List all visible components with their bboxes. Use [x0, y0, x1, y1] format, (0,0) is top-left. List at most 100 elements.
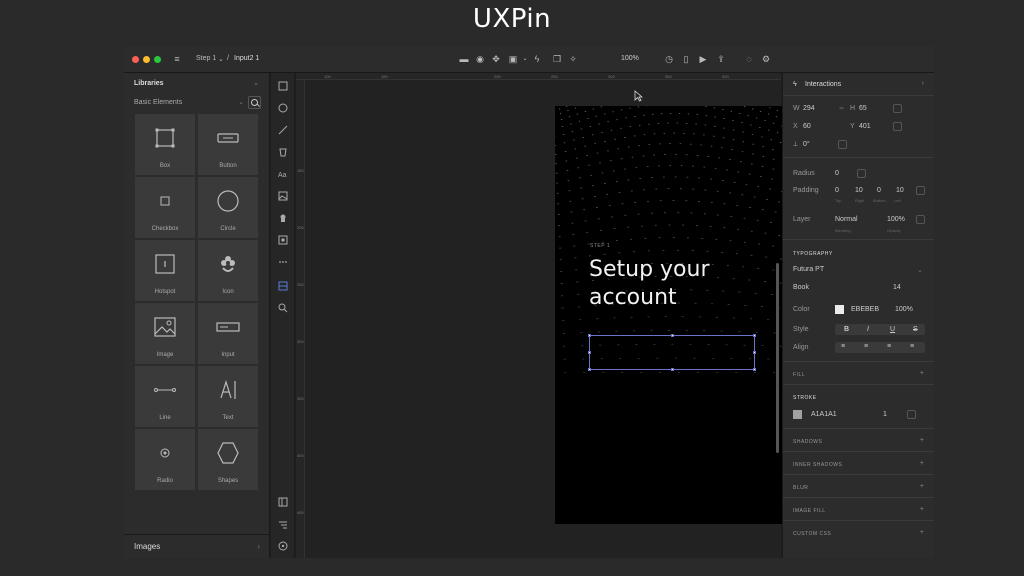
history-icon[interactable]: ◷ [664, 54, 674, 64]
padding-mode-icon[interactable] [916, 186, 925, 195]
library-tile-input[interactable]: Input [198, 303, 258, 364]
align-left-icon[interactable]: ≡ [841, 343, 845, 350]
width-field[interactable]: 294 [803, 105, 815, 112]
library-tile-checkbox[interactable]: Checkbox [135, 177, 195, 238]
add-shadow-icon[interactable]: + [920, 437, 924, 444]
align-justify-icon[interactable]: ≡ [910, 343, 914, 350]
stroke-color-hex[interactable]: A1A1A1 [811, 411, 837, 418]
underline-button[interactable]: U [890, 326, 895, 333]
image-fill-section-title[interactable]: IMAGE FILL [793, 508, 826, 514]
selected-input-element[interactable] [588, 334, 756, 371]
setup-heading[interactable]: Setup your account [589, 256, 759, 312]
font-size-field[interactable]: 14 [893, 284, 901, 291]
height-field[interactable]: 65 [859, 105, 867, 112]
panel-toggle-icon[interactable] [278, 497, 288, 507]
library-selector[interactable]: Basic Elements ⌄ [134, 96, 246, 109]
library-tile-box[interactable]: Box [135, 114, 195, 175]
x-field[interactable]: 60 [803, 123, 811, 130]
breadcrumb-element[interactable]: Input2 1 [234, 55, 259, 62]
library-tile-text[interactable]: Text [198, 366, 258, 427]
opacity-field[interactable]: 100% [887, 216, 905, 223]
padding-right-field[interactable]: 10 [855, 187, 863, 194]
bold-button[interactable]: B [844, 326, 849, 333]
y-field[interactable]: 401 [859, 123, 871, 130]
interactions-label[interactable]: Interactions [805, 81, 841, 88]
add-inner-shadow-icon[interactable]: + [920, 460, 924, 467]
radius-field[interactable]: 0 [835, 170, 839, 177]
padding-bottom-field[interactable]: 0 [877, 187, 881, 194]
pen-tool-icon[interactable] [278, 125, 288, 135]
canvas-scrollbar[interactable] [776, 263, 779, 453]
flower-tool-icon[interactable] [278, 213, 288, 223]
resize-handle[interactable] [753, 351, 756, 354]
lock-ratio-icon[interactable] [893, 104, 902, 113]
link-icon[interactable]: ⇔ [838, 105, 845, 112]
chevron-right-icon[interactable]: › [922, 80, 924, 87]
fill-section-title[interactable]: FILL [793, 372, 805, 378]
spec-icon[interactable]: ▯ [681, 54, 691, 64]
library-tile-shapes[interactable]: Shapes [198, 429, 258, 490]
ellipse-tool-icon[interactable] [278, 103, 288, 113]
settings-icon[interactable]: ⚙ [761, 54, 771, 64]
layers-icon[interactable]: ❐ [552, 54, 562, 64]
images-section[interactable]: Images › [124, 534, 270, 558]
collaborator-icon[interactable]: ◌ [744, 54, 754, 64]
text-color-swatch[interactable] [835, 305, 844, 314]
resize-handle[interactable] [753, 334, 756, 337]
resize-handle[interactable] [671, 368, 674, 371]
add-blur-icon[interactable]: + [920, 483, 924, 490]
preview-screen-icon[interactable]: ▬ [459, 54, 469, 64]
more-tools-icon[interactable] [278, 257, 288, 267]
rotation-field[interactable]: 0° [803, 141, 810, 148]
flip-icon[interactable] [838, 140, 847, 149]
breadcrumb-chevron-icon[interactable]: ⌄ [218, 55, 224, 63]
lightning-icon[interactable]: ϟ [532, 54, 542, 64]
layout-chevron-icon[interactable]: ⌄ [520, 54, 530, 64]
visibility-icon[interactable] [916, 215, 925, 224]
play-icon[interactable]: ▶ [698, 54, 708, 64]
custom-css-section-title[interactable]: CUSTOM CSS [793, 531, 831, 537]
artboard-step-1[interactable]: STEP 1 Setup your account [555, 106, 790, 524]
window-close-button[interactable] [132, 56, 139, 63]
stroke-width-field[interactable]: 1 [883, 411, 887, 418]
help-icon[interactable] [278, 541, 288, 551]
strikethrough-button[interactable]: S [913, 326, 918, 333]
font-weight-select[interactable]: Book [793, 284, 809, 291]
add-fill-icon[interactable]: + [920, 370, 924, 377]
resize-handle[interactable] [588, 334, 591, 337]
font-family-select[interactable]: Futura PT [793, 266, 824, 273]
text-tool-icon[interactable]: Aa [278, 169, 288, 179]
stroke-color-swatch[interactable] [793, 410, 802, 419]
padding-left-field[interactable]: 10 [896, 187, 904, 194]
zoom-level[interactable]: 100% [621, 55, 639, 62]
breadcrumb-step[interactable]: Step 1 [196, 55, 216, 62]
resize-handle[interactable] [753, 368, 756, 371]
padding-top-field[interactable]: 0 [835, 187, 839, 194]
forms-tool-icon[interactable] [278, 281, 288, 291]
window-maximize-button[interactable] [154, 56, 161, 63]
frame-tool-icon[interactable] [278, 235, 288, 245]
align-center-icon[interactable]: ≡ [864, 343, 868, 350]
library-tile-radio[interactable]: Radio [135, 429, 195, 490]
text-color-hex[interactable]: EBEBEB [851, 306, 879, 313]
blend-mode-select[interactable]: Normal [835, 216, 858, 223]
share-icon[interactable]: ⇪ [716, 54, 726, 64]
library-tile-line[interactable]: Line [135, 366, 195, 427]
layout-icon[interactable]: ▣ [508, 54, 518, 64]
library-search-icon[interactable] [248, 96, 261, 109]
component-icon[interactable]: ◉ [475, 54, 485, 64]
layers-panel-icon[interactable] [278, 519, 288, 529]
library-tile-hotspot[interactable]: Hotspot [135, 240, 195, 301]
add-image-fill-icon[interactable]: + [920, 506, 924, 513]
resize-handle[interactable] [588, 351, 591, 354]
menu-icon[interactable]: ≡ [172, 54, 182, 64]
resize-handle[interactable] [588, 368, 591, 371]
library-tile-image[interactable]: Image [135, 303, 195, 364]
magic-icon[interactable]: ✧ [568, 54, 578, 64]
italic-button[interactable]: I [867, 326, 869, 333]
box-tool-icon[interactable] [278, 81, 288, 91]
search-tool-icon[interactable] [278, 303, 288, 313]
text-color-opacity[interactable]: 100% [895, 306, 913, 313]
library-tile-circle[interactable]: Circle [198, 177, 258, 238]
shadows-section-title[interactable]: SHADOWS [793, 439, 822, 445]
